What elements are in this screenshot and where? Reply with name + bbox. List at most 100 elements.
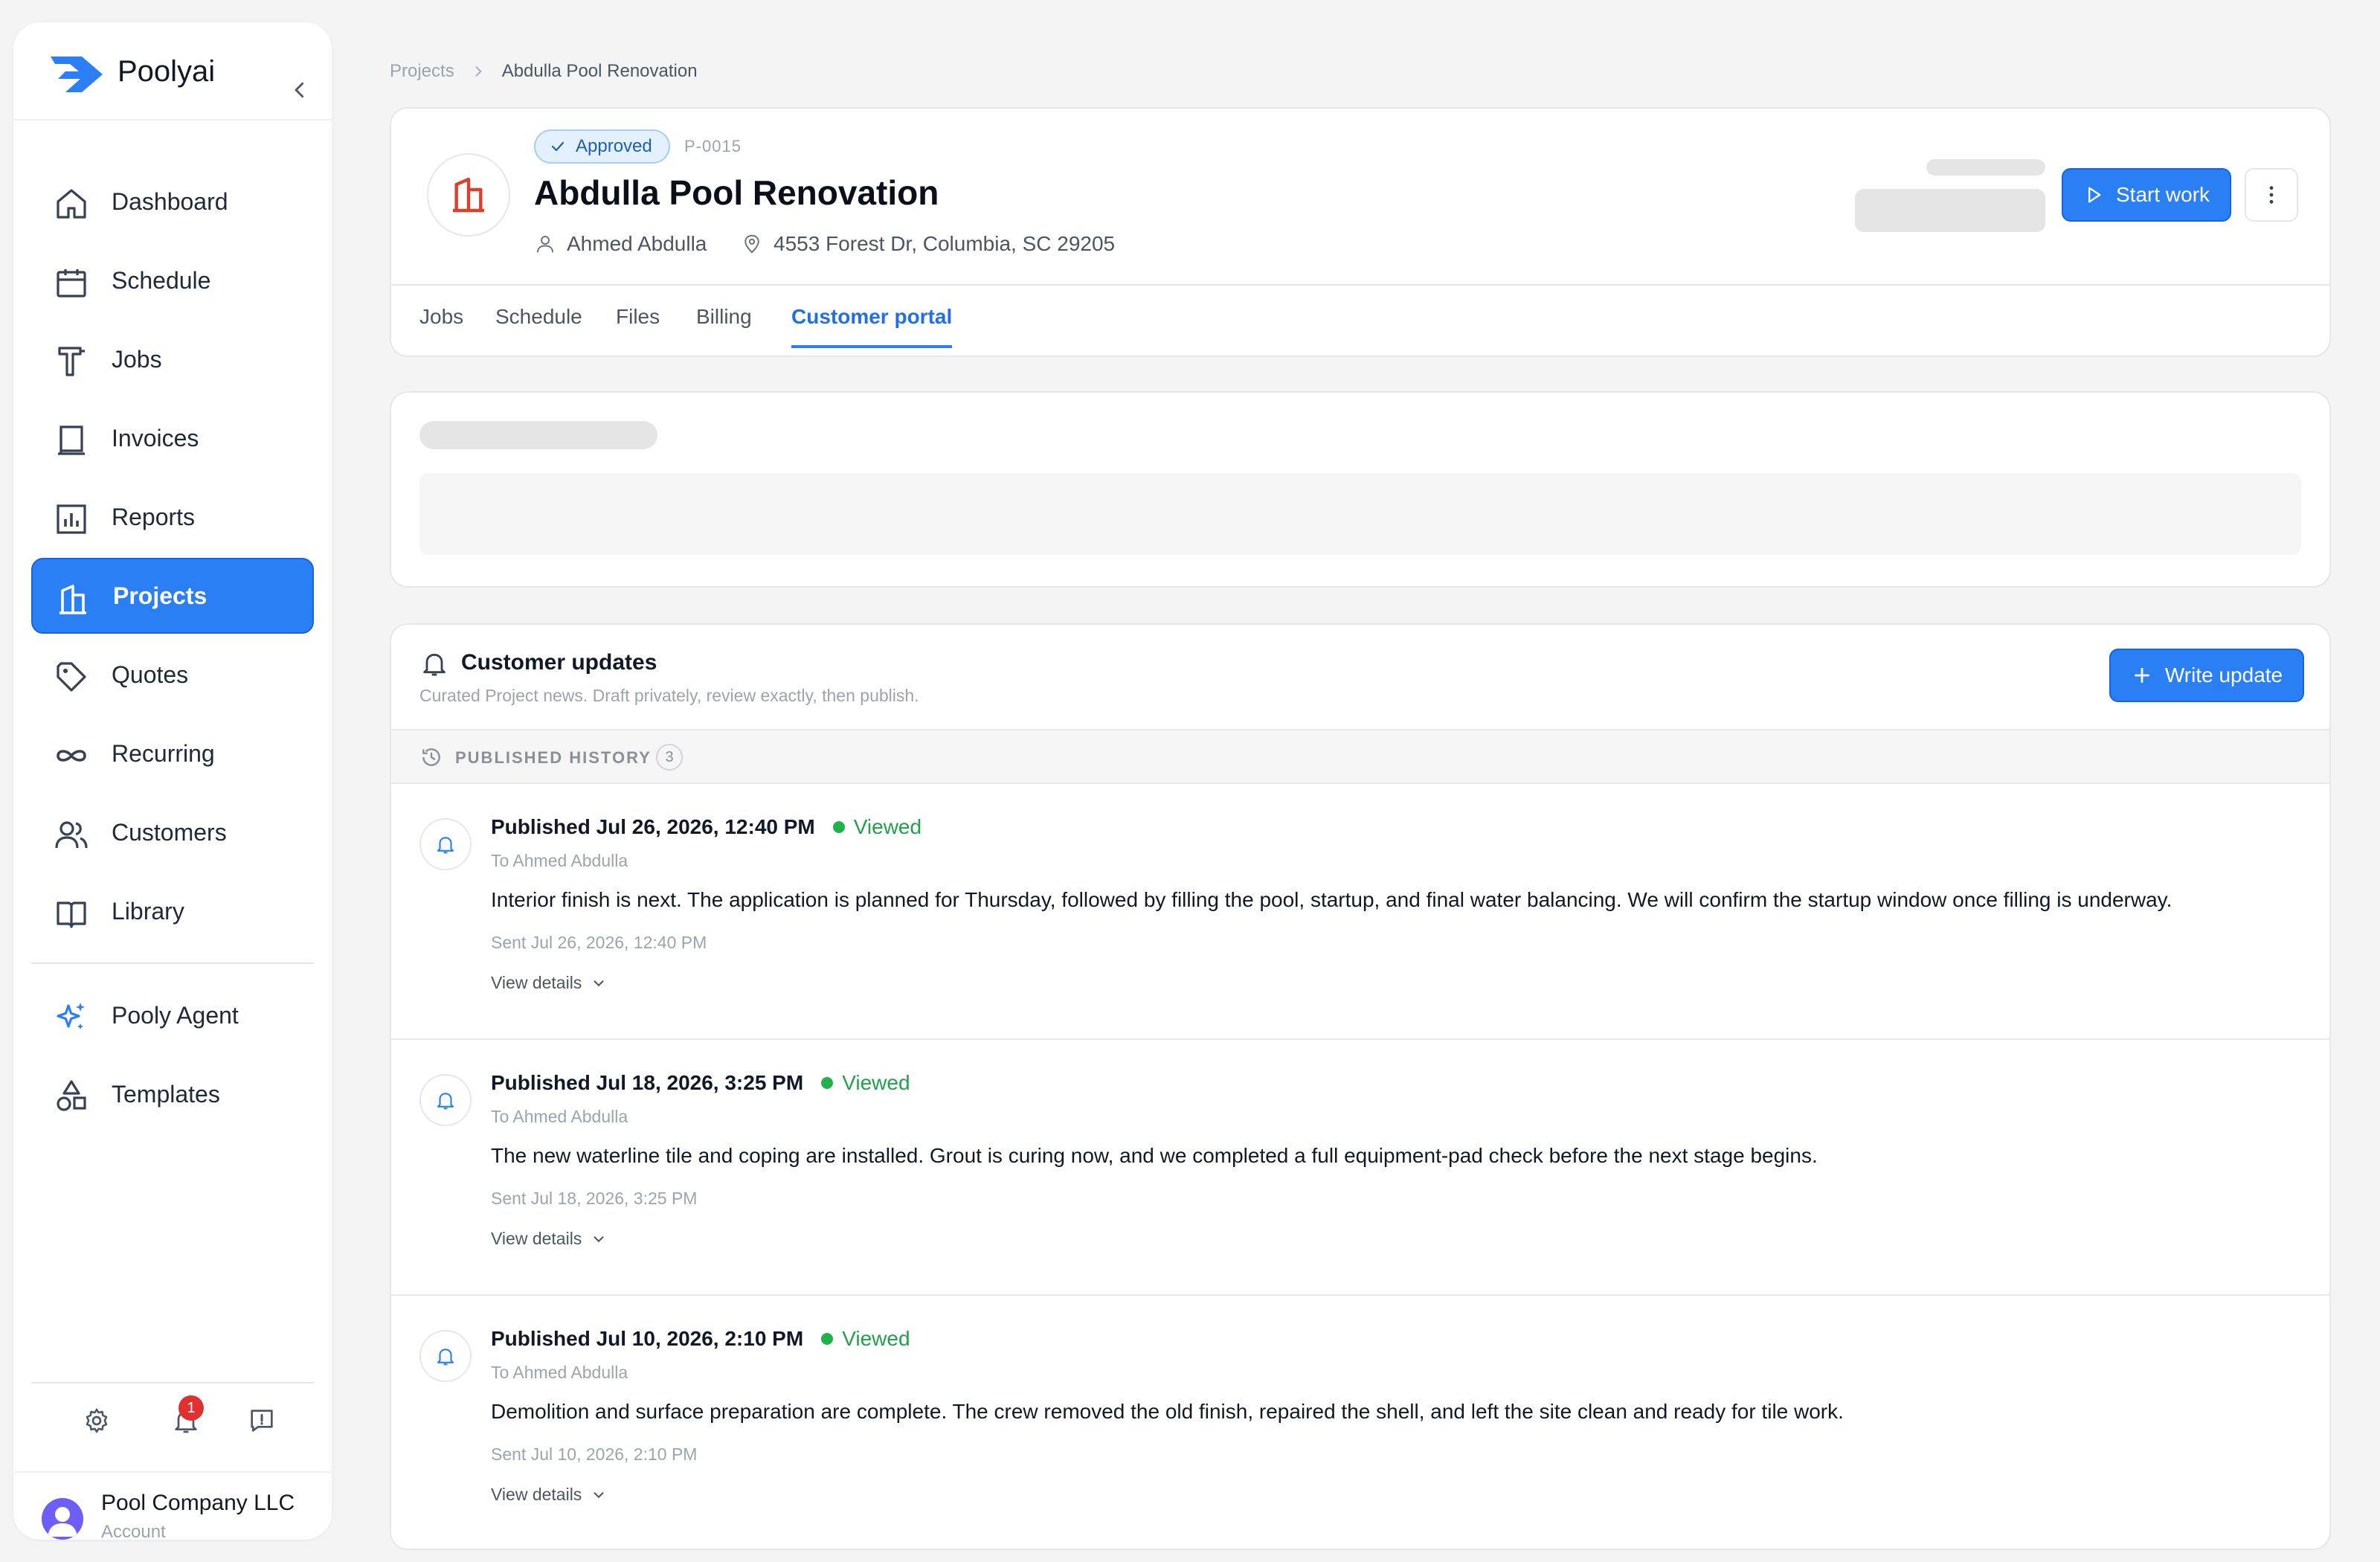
write-update-button[interactable]: Write update	[2109, 649, 2304, 702]
settings-icon[interactable]	[82, 1406, 112, 1436]
published-history-header: PUBLISHED HISTORY 3	[391, 729, 2329, 784]
brand-header: Poolyai	[13, 22, 332, 120]
update-item: Published Jul 18, 2026, 3:25 PM Viewed T…	[391, 1040, 2329, 1296]
sidebar-item-pooly-agent[interactable]: Pooly Agent	[31, 977, 314, 1053]
sidebar-item-label: Dashboard	[112, 187, 228, 215]
bell-icon	[419, 649, 449, 678]
view-details-button[interactable]: View details	[491, 1229, 607, 1249]
tag-icon	[54, 659, 89, 695]
update-published-date: Published Jul 10, 2026, 2:10 PM	[491, 1327, 804, 1350]
users-icon	[54, 817, 89, 852]
hammer-icon	[54, 344, 89, 379]
updates-subtitle: Curated Project news. Draft privately, r…	[419, 686, 919, 705]
project-client[interactable]: Ahmed Abdulla	[534, 232, 707, 256]
sidebar-item-label: Quotes	[112, 661, 189, 688]
breadcrumb: Projects Abdulla Pool Renovation	[390, 61, 698, 82]
sidebar-item-projects[interactable]: Projects	[31, 558, 314, 634]
sidebar-item-label: Schedule	[112, 266, 211, 294]
tab-billing[interactable]: Billing	[696, 305, 752, 345]
tab-jobs[interactable]: Jobs	[419, 305, 463, 345]
calendar-icon	[54, 265, 89, 300]
infinity-icon	[54, 738, 89, 774]
sidebar-item-invoices[interactable]: Invoices	[31, 400, 314, 476]
feedback-icon[interactable]	[247, 1406, 277, 1436]
updates-header: Customer updates Curated Project news. D…	[391, 625, 2329, 729]
update-item: Published Jul 26, 2026, 12:40 PM Viewed …	[391, 784, 2329, 1040]
customer-updates-card: Customer updates Curated Project news. D…	[390, 623, 2331, 1550]
app-name: Poolyai	[118, 55, 216, 88]
project-tabs: Jobs Schedule Files Billing Customer por…	[391, 284, 2329, 357]
chevron-down-icon	[594, 1235, 604, 1242]
shapes-icon	[54, 1079, 89, 1114]
sidebar-item-label: Customers	[112, 818, 227, 846]
update-body: Interior finish is next. The application…	[491, 888, 2172, 911]
view-details-button[interactable]: View details	[491, 973, 607, 993]
sidebar-item-reports[interactable]: Reports	[31, 479, 314, 555]
sidebar-item-recurring[interactable]: Recurring	[31, 716, 314, 791]
update-item: Published Jul 10, 2026, 2:10 PM Viewed T…	[391, 1296, 2329, 1549]
project-building-icon	[427, 153, 510, 237]
nav-divider	[31, 962, 314, 964]
update-recipient: To Ahmed Abdulla	[491, 1107, 628, 1126]
building-icon	[55, 582, 91, 617]
breadcrumb-projects-link[interactable]: Projects	[390, 61, 454, 82]
loading-placeholder	[419, 421, 657, 449]
start-work-button[interactable]: Start work	[2062, 168, 2231, 222]
bell-icon	[419, 818, 472, 870]
update-recipient: To Ahmed Abdulla	[491, 1363, 628, 1382]
status-label: Approved	[576, 136, 652, 156]
chevron-down-icon	[594, 1491, 604, 1498]
check-icon	[551, 141, 565, 152]
sidebar-item-customers[interactable]: Customers	[31, 794, 314, 870]
history-icon	[419, 745, 443, 769]
poolyai-logo-icon[interactable]	[48, 54, 104, 95]
plus-icon	[2134, 667, 2149, 684]
sidebar-item-library[interactable]: Library	[31, 873, 314, 949]
sidebar-nav-secondary: Pooly Agent Templates	[31, 977, 314, 1135]
tab-files[interactable]: Files	[616, 305, 660, 345]
update-recipient: To Ahmed Abdulla	[491, 851, 628, 870]
viewed-status-dot	[821, 1333, 834, 1345]
page-title: Abdulla Pool Renovation	[534, 173, 939, 212]
updates-title: Customer updates	[461, 650, 657, 675]
loading-card	[390, 391, 2331, 588]
more-vertical-icon	[2269, 186, 2274, 204]
client-name: Ahmed Abdulla	[567, 232, 707, 255]
update-published-date: Published Jul 26, 2026, 12:40 PM	[491, 815, 815, 838]
sidebar-item-dashboard[interactable]: Dashboard	[31, 164, 314, 240]
project-address[interactable]: 4553 Forest Dr, Columbia, SC 29205	[741, 232, 1115, 256]
account-divider	[13, 1471, 332, 1473]
breadcrumb-current: Abdulla Pool Renovation	[501, 61, 698, 81]
update-heading: Published Jul 26, 2026, 12:40 PM Viewed	[491, 815, 922, 839]
loading-placeholder	[1926, 159, 2045, 176]
update-heading: Published Jul 10, 2026, 2:10 PM Viewed	[491, 1327, 910, 1351]
sidebar-footer-actions: 1	[13, 1395, 332, 1450]
sidebar-item-schedule[interactable]: Schedule	[31, 242, 314, 318]
sidebar-item-templates[interactable]: Templates	[31, 1056, 314, 1132]
update-sent-time: Sent Jul 26, 2026, 12:40 PM	[491, 933, 707, 952]
sidebar-item-label: Reports	[112, 503, 196, 530]
notification-count-badge: 1	[178, 1395, 204, 1421]
bar-chart-icon	[54, 501, 89, 537]
more-options-button[interactable]	[2245, 168, 2298, 222]
avatar[interactable]	[42, 1498, 83, 1540]
sidebar-item-label: Invoices	[112, 424, 199, 451]
viewed-status: Viewed	[842, 1327, 910, 1350]
tab-schedule[interactable]: Schedule	[495, 305, 582, 345]
view-details-button[interactable]: View details	[491, 1485, 607, 1505]
sidebar-item-jobs[interactable]: Jobs	[31, 321, 314, 397]
sidebar-item-label: Pooly Agent	[112, 1001, 239, 1029]
sidebar-item-quotes[interactable]: Quotes	[31, 637, 314, 713]
project-code: P-0015	[684, 137, 742, 155]
map-pin-icon	[744, 234, 759, 254]
history-label: PUBLISHED HISTORY	[455, 748, 652, 767]
sidebar-item-label: Jobs	[112, 345, 162, 373]
user-icon	[537, 236, 553, 253]
collapse-sidebar-button[interactable]	[289, 79, 311, 101]
invoice-icon	[54, 422, 89, 458]
play-icon	[2088, 187, 2101, 203]
viewed-status-dot	[821, 1077, 834, 1089]
sidebar-item-label: Library	[112, 897, 184, 925]
tab-customer-portal[interactable]: Customer portal	[791, 305, 953, 348]
account-name[interactable]: Pool Company LLC	[101, 1491, 295, 1516]
